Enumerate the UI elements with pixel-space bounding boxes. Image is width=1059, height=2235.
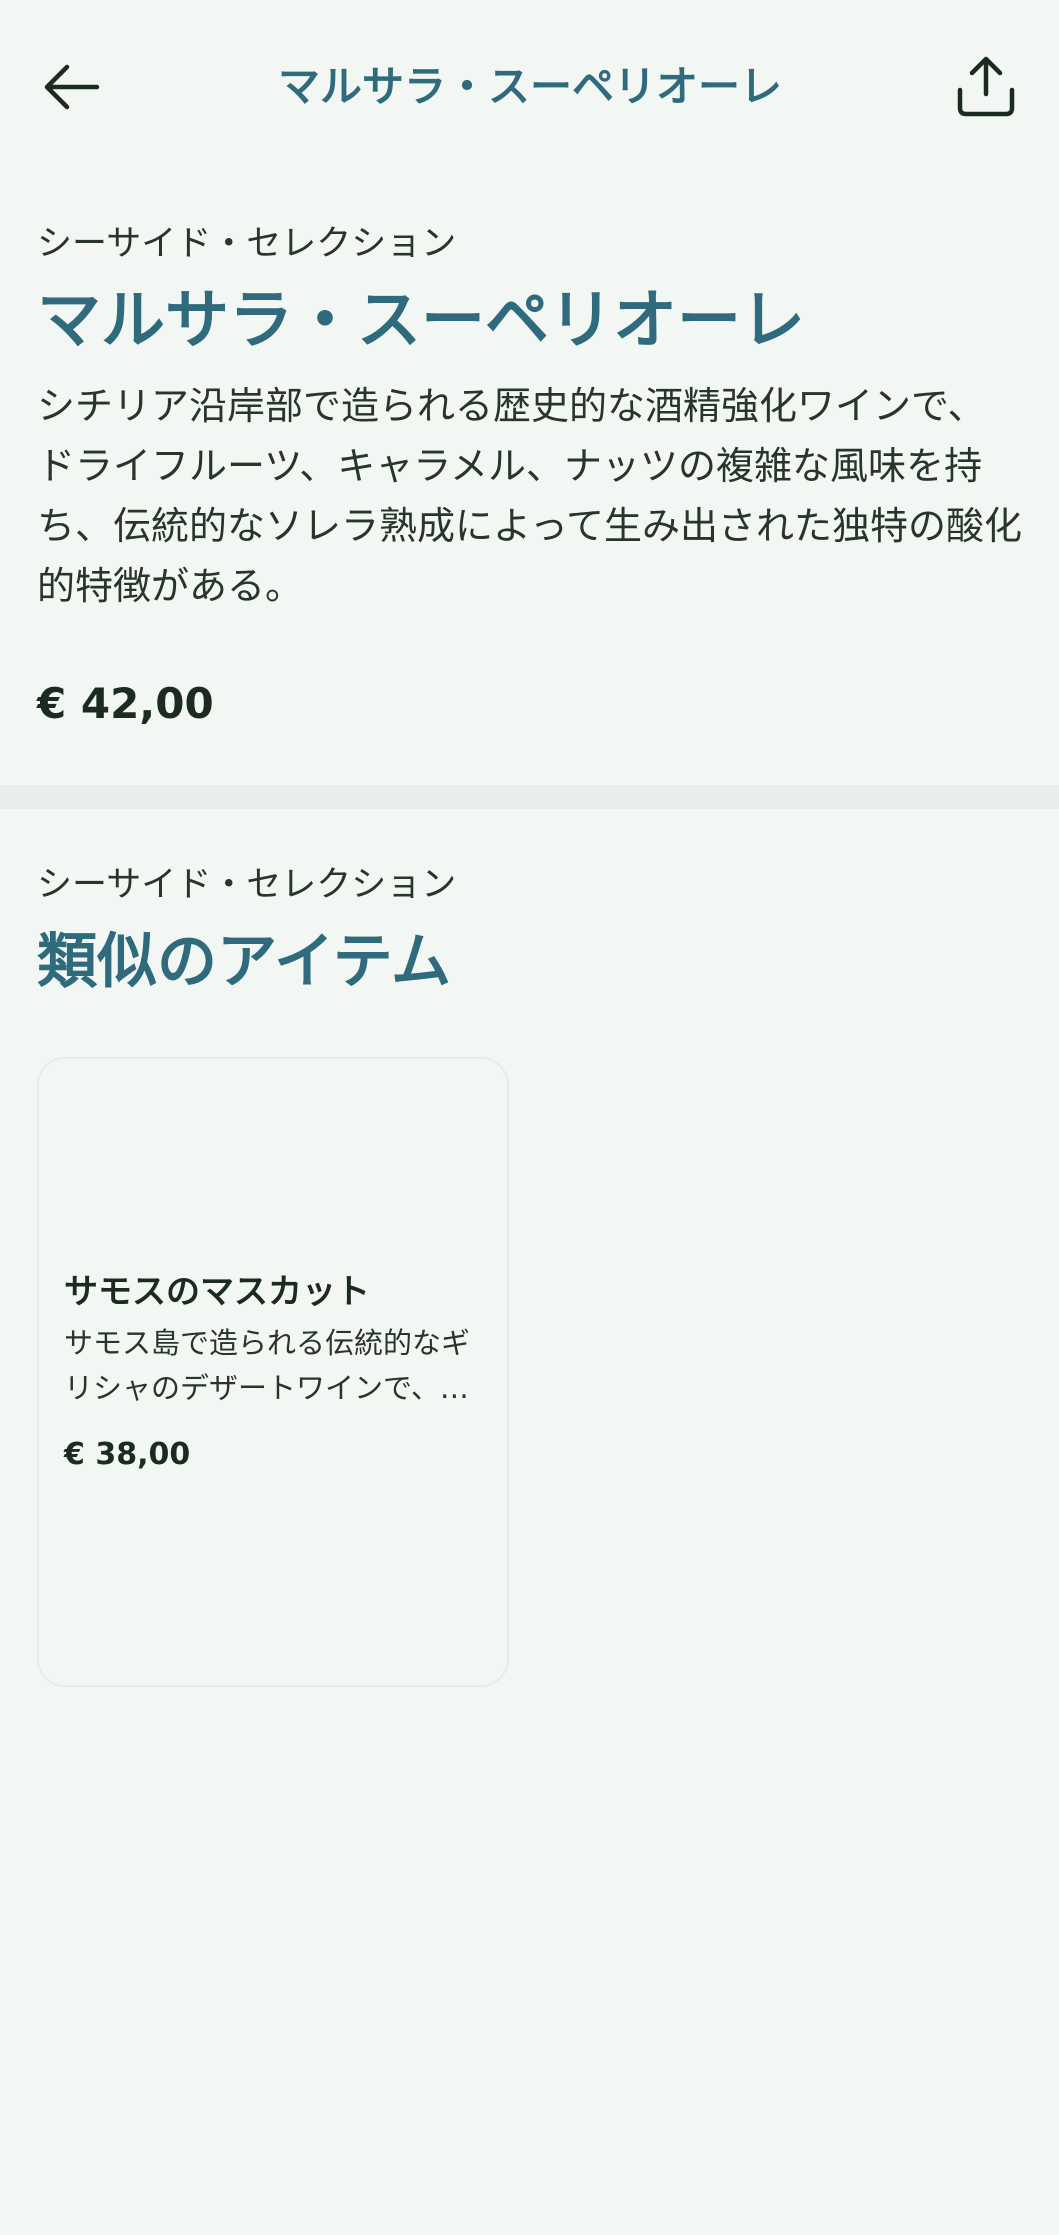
back-button[interactable] xyxy=(36,52,106,122)
similar-items-title: 類似のアイテム xyxy=(37,927,451,997)
product-price: € 42,00 xyxy=(37,679,214,728)
section-divider xyxy=(0,785,1059,809)
similar-item-name: サモスのマスカット xyxy=(64,1272,370,1312)
similar-item-price: € 38,00 xyxy=(64,1437,191,1472)
store-name: シーサイド・セレクション xyxy=(37,224,457,264)
share-icon xyxy=(957,56,1015,117)
arrow-left-icon xyxy=(44,64,100,110)
product-section: シーサイド・セレクション マルサラ・スーペリオーレ シチリア沿岸部で造られる歴史… xyxy=(37,212,1022,734)
top-bar: マルサラ・スーペリオーレ xyxy=(0,0,1059,170)
similar-items-section: シーサイド・セレクション 類似のアイテム xyxy=(37,853,1022,1007)
page-title: マルサラ・スーペリオーレ xyxy=(277,62,782,111)
similar-item-description: サモス島で造られる伝統的なギリシャのデザートワインで、… xyxy=(64,1326,471,1405)
product-description: シチリア沿岸部で造られる歴史的な酒精強化ワインで、ドライフルーツ、キャラメル、ナ… xyxy=(37,384,1022,608)
product-title: マルサラ・スーペリオーレ xyxy=(37,284,805,358)
similar-store-name: シーサイド・セレクション xyxy=(37,865,457,905)
share-button[interactable] xyxy=(950,48,1022,124)
similar-item-card[interactable]: サモスのマスカット サモス島で造られる伝統的なギリシャのデザートワインで、… €… xyxy=(37,1057,509,1687)
